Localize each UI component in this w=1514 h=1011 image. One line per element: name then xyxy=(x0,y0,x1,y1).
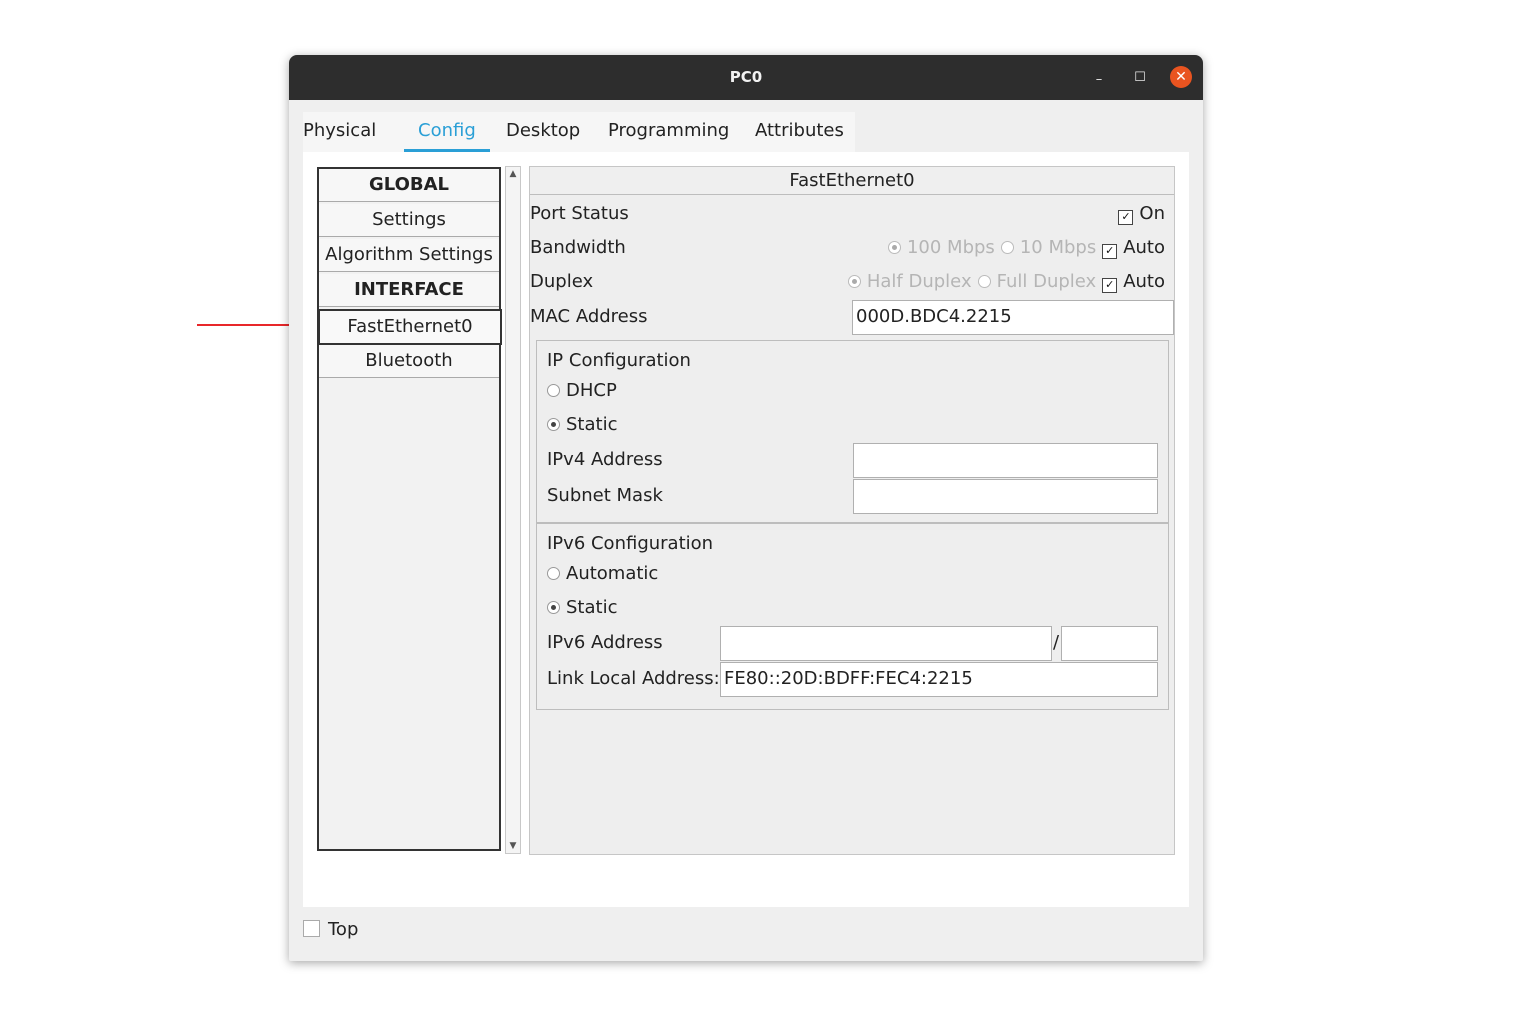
config-sidebar: GLOBAL Settings Algorithm Settings INTER… xyxy=(317,167,502,851)
interface-panel: FastEthernet0 Port Status ✓ On Bandwidth … xyxy=(529,166,1175,855)
subnet-mask-label: Subnet Mask xyxy=(547,485,663,506)
ipv6-prefix-separator: / xyxy=(1053,632,1060,653)
ip-configuration-group: IP Configuration DHCP Static IPv4 Addres… xyxy=(536,340,1169,523)
ipv6-static-label: Static xyxy=(566,597,618,618)
panel-title: FastEthernet0 xyxy=(530,167,1174,195)
link-local-address-field[interactable]: FE80::20D:BDFF:FEC4:2215 xyxy=(720,662,1158,697)
scroll-up-icon[interactable]: ▲ xyxy=(506,167,520,181)
ipv6-static-radio[interactable] xyxy=(547,601,560,614)
ipv6-automatic-label: Automatic xyxy=(566,563,659,584)
port-status-toggle[interactable]: ✓ On xyxy=(1118,203,1165,225)
sidebar-item-bluetooth[interactable]: Bluetooth xyxy=(319,345,499,378)
bandwidth-auto-checkbox[interactable]: ✓ xyxy=(1102,244,1118,259)
mac-address-label: MAC Address xyxy=(530,306,648,327)
sidebar-header-global[interactable]: GLOBAL xyxy=(319,169,499,202)
port-status-checkbox[interactable]: ✓ xyxy=(1118,210,1134,225)
ipv4-address-field[interactable] xyxy=(853,443,1158,478)
window-title: PC0 xyxy=(729,68,763,86)
duplex-auto-label: Auto xyxy=(1123,271,1165,292)
top-label: Top xyxy=(328,919,359,940)
tab-programming[interactable]: Programming xyxy=(608,120,729,141)
pc0-window: PC0 – ☐ ✕ Physical Config Desktop Progra… xyxy=(289,55,1203,961)
minimize-button[interactable]: – xyxy=(1088,69,1110,91)
dhcp-option[interactable]: DHCP xyxy=(547,380,617,401)
title-bar[interactable]: PC0 – ☐ ✕ xyxy=(289,55,1203,100)
sidebar-header-interface[interactable]: INTERFACE xyxy=(319,274,499,307)
sidebar-item-algorithm-settings[interactable]: Algorithm Settings xyxy=(319,239,499,272)
ipv4-static-option[interactable]: Static xyxy=(547,414,617,435)
ipv4-static-radio[interactable] xyxy=(547,418,560,431)
dhcp-label: DHCP xyxy=(566,380,617,401)
bandwidth-100-radio[interactable] xyxy=(887,241,901,254)
link-local-address-label: Link Local Address: xyxy=(547,668,720,689)
full-duplex-radio[interactable] xyxy=(977,275,991,288)
bandwidth-options: 100 Mbps 10 Mbps ✓ Auto xyxy=(887,237,1165,259)
ip-configuration-title: IP Configuration xyxy=(547,350,691,371)
ipv4-static-label: Static xyxy=(566,414,618,435)
duplex-label: Duplex xyxy=(530,271,594,292)
duplex-options: Half Duplex Full Duplex ✓ Auto xyxy=(847,271,1165,293)
sidebar-item-fastethernet0[interactable]: FastEthernet0 xyxy=(318,309,502,345)
ipv6-automatic-radio[interactable] xyxy=(547,567,560,580)
half-duplex-radio[interactable] xyxy=(847,275,861,288)
bandwidth-auto-label: Auto xyxy=(1123,237,1165,258)
ipv6-static-option[interactable]: Static xyxy=(547,597,617,618)
tab-bar: Physical Config Desktop Programming Attr… xyxy=(303,112,855,153)
ipv6-configuration-title: IPv6 Configuration xyxy=(547,533,714,554)
subnet-mask-field[interactable] xyxy=(853,479,1158,514)
duplex-auto-checkbox[interactable]: ✓ xyxy=(1102,278,1118,293)
ipv6-address-field[interactable] xyxy=(720,626,1052,661)
annotation-arrow-line xyxy=(197,324,297,326)
mac-address-field[interactable]: 000D.BDC4.2215 xyxy=(852,300,1174,335)
ipv6-configuration-group: IPv6 Configuration Automatic Static IPv6… xyxy=(536,523,1169,710)
sidebar-item-settings[interactable]: Settings xyxy=(319,204,499,237)
port-status-label: Port Status xyxy=(530,203,629,224)
top-option[interactable]: Top xyxy=(303,919,358,940)
bandwidth-100-label: 100 Mbps xyxy=(906,237,995,258)
tab-desktop[interactable]: Desktop xyxy=(506,120,580,141)
ipv6-automatic-option[interactable]: Automatic xyxy=(547,563,658,584)
bandwidth-10-label: 10 Mbps xyxy=(1019,237,1097,258)
dhcp-radio[interactable] xyxy=(547,384,560,397)
sidebar-scrollbar[interactable]: ▲ ▼ xyxy=(505,166,521,854)
tab-physical[interactable]: Physical xyxy=(303,120,376,141)
scroll-down-icon[interactable]: ▼ xyxy=(506,839,520,853)
top-checkbox[interactable] xyxy=(303,920,320,937)
tab-attributes[interactable]: Attributes xyxy=(755,120,844,141)
port-status-on-label: On xyxy=(1139,203,1165,224)
tab-config[interactable]: Config xyxy=(418,120,476,141)
full-duplex-label: Full Duplex xyxy=(996,271,1097,292)
config-content: GLOBAL Settings Algorithm Settings INTER… xyxy=(303,152,1189,907)
bandwidth-label: Bandwidth xyxy=(530,237,626,258)
close-button[interactable]: ✕ xyxy=(1170,66,1192,88)
ipv6-address-label: IPv6 Address xyxy=(547,632,663,653)
ipv6-prefix-field[interactable] xyxy=(1061,626,1158,661)
ipv4-address-label: IPv4 Address xyxy=(547,449,663,470)
half-duplex-label: Half Duplex xyxy=(866,271,972,292)
maximize-button[interactable]: ☐ xyxy=(1129,67,1151,89)
bandwidth-10-radio[interactable] xyxy=(1000,241,1014,254)
